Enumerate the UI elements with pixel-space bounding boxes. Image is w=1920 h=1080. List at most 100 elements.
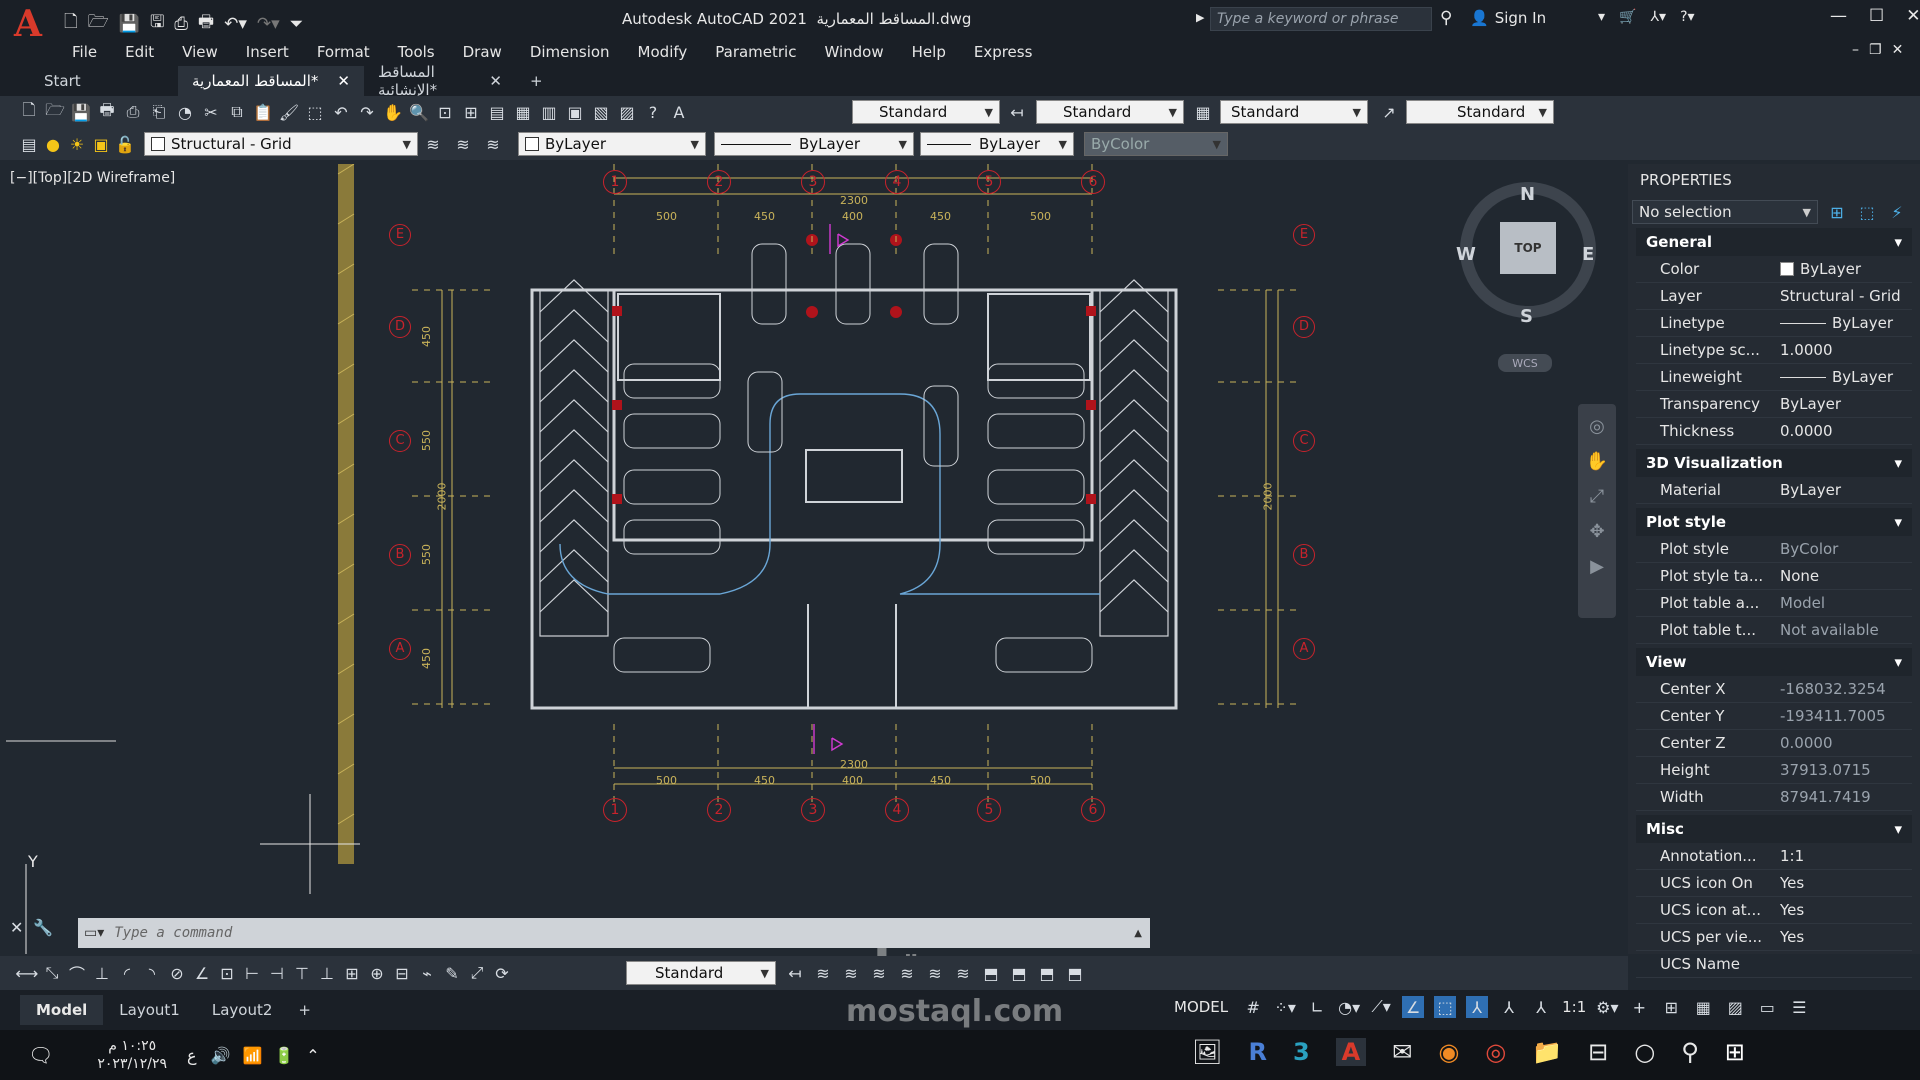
- prop-row[interactable]: Plot table t... Not available: [1636, 617, 1912, 644]
- markup-icon[interactable]: ▧: [590, 101, 612, 123]
- cart-icon[interactable]: 🛒: [1619, 9, 1636, 25]
- sheetset-icon[interactable]: ▣: [564, 101, 586, 123]
- help-icon[interactable]: ?▾: [1680, 9, 1694, 25]
- zoom-prev-icon[interactable]: ⊞: [460, 101, 482, 123]
- quick-properties-icon[interactable]: ▦: [1692, 996, 1714, 1018]
- clock[interactable]: ١٠:٢٥ م ٢٠٢٣/١٢/٢٩: [97, 1037, 167, 1073]
- snap-icon[interactable]: ⁘▾: [1274, 996, 1296, 1018]
- isodraft-icon[interactable]: ⟋▾: [1370, 996, 1392, 1018]
- dim-baseline-icon[interactable]: ⊢: [241, 962, 263, 984]
- dim-linear-icon[interactable]: ⟷: [16, 962, 39, 984]
- units-icon[interactable]: ⊞: [1660, 996, 1682, 1018]
- autodesk-app-icon[interactable]: ⅄▾: [1650, 9, 1666, 25]
- chrome-app-icon[interactable]: ◎: [1485, 1038, 1506, 1066]
- pan-icon[interactable]: ✋: [1586, 451, 1608, 472]
- layer-vp-freeze-icon[interactable]: ▣: [90, 133, 112, 155]
- prop-row[interactable]: Thickness 0.0000: [1636, 418, 1912, 445]
- publish-icon[interactable]: ⎗: [148, 101, 170, 123]
- tab-start[interactable]: Start: [30, 66, 178, 96]
- redo-icon[interactable]: ↷▾: [257, 14, 280, 34]
- battery-icon[interactable]: 🔋: [274, 1046, 294, 1065]
- open-icon[interactable]: 🗁: [44, 100, 66, 123]
- mleader-style-select[interactable]: Standard ▼: [1406, 100, 1554, 124]
- color-select[interactable]: ByLayer ▼: [518, 132, 706, 156]
- search-icon[interactable]: ⚲: [1440, 8, 1452, 28]
- file-explorer-icon[interactable]: 📁: [1532, 1038, 1562, 1066]
- menu-file[interactable]: File: [72, 43, 97, 61]
- save-as-icon[interactable]: 🖫: [150, 9, 164, 38]
- tab-layout1[interactable]: Layout1: [103, 995, 196, 1025]
- linetype-select[interactable]: ByLayer ▼: [714, 132, 914, 156]
- prop-row[interactable]: Width 87941.7419: [1636, 784, 1912, 811]
- compass-west[interactable]: W: [1456, 244, 1476, 265]
- jogged-linear-icon[interactable]: ⌁: [416, 962, 438, 984]
- dim-space-icon[interactable]: ⊤: [291, 962, 313, 984]
- table-style-select[interactable]: Standard ▼: [1220, 100, 1368, 124]
- tab-model[interactable]: Model: [20, 995, 104, 1025]
- doc-minimize-icon[interactable]: –: [1852, 42, 1859, 58]
- doc-restore-icon[interactable]: ❐: [1869, 42, 1882, 58]
- customization-icon[interactable]: ☰: [1788, 996, 1810, 1018]
- menu-edit[interactable]: Edit: [125, 43, 154, 61]
- match-icon[interactable]: 🖌: [278, 101, 300, 123]
- copy-icon[interactable]: ⧉: [226, 101, 248, 123]
- layer-lock-icon[interactable]: 🔓: [114, 133, 136, 155]
- layer-on-icon[interactable]: ●: [42, 133, 64, 155]
- command-input[interactable]: Type a command: [114, 925, 232, 941]
- dim-style-select[interactable]: Standard ▼: [1036, 100, 1184, 124]
- wcs-menu[interactable]: WCS: [1498, 354, 1552, 372]
- bottom-dim-style-select[interactable]: Standard ▼: [626, 961, 776, 985]
- layer-tool-1-icon[interactable]: ≋: [812, 962, 834, 984]
- tab-structural[interactable]: المساقط الإنشائية* ✕: [364, 63, 516, 99]
- firefox-app-icon[interactable]: ◉: [1438, 1038, 1459, 1066]
- quick-select-icon[interactable]: ⚡: [1886, 201, 1908, 223]
- layer-freeze-icon[interactable]: ☀: [66, 133, 88, 155]
- compass-south[interactable]: S: [1520, 306, 1533, 327]
- prop-row[interactable]: Layer Structural - Grid: [1636, 283, 1912, 310]
- zoom-window-icon[interactable]: ⊡: [434, 101, 456, 123]
- close-icon[interactable]: ✕: [10, 918, 23, 937]
- prop-row[interactable]: Linetype sc... 1.0000: [1636, 337, 1912, 364]
- undo-icon[interactable]: ↶▾: [224, 14, 247, 34]
- prop-row[interactable]: Annotation... 1:1: [1636, 843, 1912, 870]
- dim-ordinate-icon[interactable]: ⊥: [91, 962, 113, 984]
- tab-close-icon[interactable]: ✕: [489, 72, 502, 90]
- section-general[interactable]: General ▾: [1636, 228, 1912, 256]
- cortana-icon[interactable]: ○: [1634, 1038, 1655, 1066]
- menu-express[interactable]: Express: [974, 43, 1033, 61]
- prop-row[interactable]: Material ByLayer: [1636, 477, 1912, 504]
- prop-row[interactable]: Color ByLayer: [1636, 256, 1912, 283]
- chevron-up-icon[interactable]: ⌃: [306, 1046, 319, 1065]
- volume-icon[interactable]: 🔊: [211, 1046, 231, 1065]
- properties-icon[interactable]: ▤: [486, 101, 508, 123]
- lineweight-select[interactable]: ByLayer ▼: [920, 132, 1074, 156]
- clean-screen-icon[interactable]: ▭: [1756, 996, 1778, 1018]
- dim-text-edit-icon[interactable]: ⤢: [466, 962, 488, 984]
- save-icon[interactable]: 💾: [70, 101, 92, 123]
- new-icon[interactable]: 🗋: [64, 9, 78, 38]
- drawing-area[interactable]: [−][Top][2D Wireframe] 1 2 3 4 5 6 1 2 3…: [0, 164, 1628, 996]
- dim-style-icon[interactable]: ↤: [784, 962, 806, 984]
- sign-in-button[interactable]: 👤 Sign In: [1470, 9, 1546, 27]
- annotation-scale-value[interactable]: 1:1: [1562, 998, 1586, 1016]
- close-icon[interactable]: ✕: [1906, 6, 1920, 26]
- notifications-icon[interactable]: 🗨: [28, 1043, 53, 1067]
- doc-close-icon[interactable]: ✕: [1892, 42, 1904, 58]
- ortho-icon[interactable]: ∟: [1306, 996, 1328, 1018]
- prop-row[interactable]: UCS per vie... Yes: [1636, 924, 1912, 951]
- object-snap-tracking-icon[interactable]: ∠: [1402, 996, 1425, 1018]
- compass-north[interactable]: N: [1520, 184, 1535, 205]
- mail-app-icon[interactable]: ✉: [1392, 1038, 1412, 1066]
- dim-continue-icon[interactable]: ⊣: [266, 962, 288, 984]
- prop-row[interactable]: UCS icon at... Yes: [1636, 897, 1912, 924]
- signin-dropdown-icon[interactable]: ▾: [1598, 9, 1605, 25]
- tolerance-icon[interactable]: ⊞: [341, 962, 363, 984]
- photos-app-icon[interactable]: 🖼: [1192, 1038, 1222, 1066]
- revit-app-icon[interactable]: R: [1248, 1038, 1266, 1066]
- prop-row[interactable]: Linetype ByLayer: [1636, 310, 1912, 337]
- prop-row[interactable]: Lineweight ByLayer: [1636, 364, 1912, 391]
- search-icon[interactable]: ⚲: [1681, 1038, 1699, 1066]
- layer-tool-3-icon[interactable]: ≋: [868, 962, 890, 984]
- prop-row[interactable]: UCS Name: [1636, 951, 1912, 978]
- prop-row[interactable]: Center Y -193411.7005: [1636, 703, 1912, 730]
